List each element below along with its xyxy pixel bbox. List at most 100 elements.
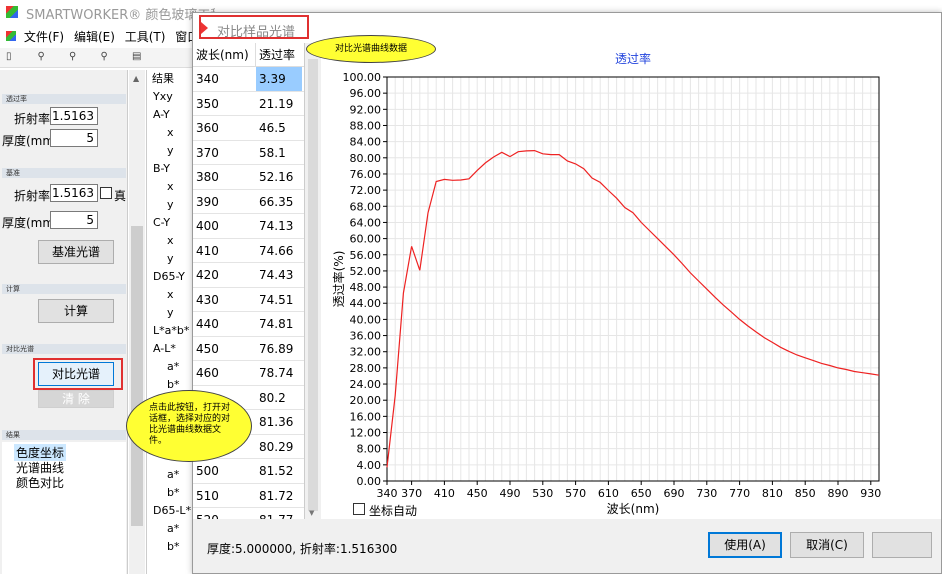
cell-transmittance[interactable]: 81.52 bbox=[259, 459, 293, 483]
ref-refractive-input[interactable]: 1.5163 bbox=[50, 184, 98, 202]
results-row: y bbox=[167, 252, 174, 265]
cell-transmittance[interactable]: 74.43 bbox=[259, 263, 293, 287]
results-row: x bbox=[167, 234, 174, 247]
cell-wavelength[interactable]: 370 bbox=[196, 141, 219, 165]
cell-transmittance[interactable]: 74.66 bbox=[259, 239, 293, 263]
table-row[interactable]: 390 66.35 bbox=[193, 190, 304, 214]
table-row[interactable]: 460 78.74 bbox=[193, 361, 304, 386]
third-button[interactable] bbox=[872, 532, 932, 558]
table-row[interactable]: 450 76.89 bbox=[193, 337, 304, 361]
table-row[interactable]: 380 52.16 bbox=[193, 165, 304, 190]
table-row[interactable]: 410 74.66 bbox=[193, 239, 304, 263]
cell-transmittance[interactable]: 66.35 bbox=[259, 190, 293, 214]
group-transmittance: 透过率 bbox=[2, 94, 126, 104]
result-item-color-compare[interactable]: 颜色对比 bbox=[14, 474, 66, 491]
x-tick-label: 340 bbox=[377, 487, 398, 500]
table-row[interactable]: 340 3.39 bbox=[193, 67, 304, 92]
auto-axis-checkbox[interactable] bbox=[353, 503, 365, 515]
table-row[interactable]: 420 74.43 bbox=[193, 263, 304, 288]
column-header-wavelength[interactable]: 波长(nm) bbox=[193, 43, 256, 67]
new-file-icon[interactable]: ▯ bbox=[6, 51, 22, 65]
clear-button[interactable]: 清 除 bbox=[38, 390, 114, 408]
auto-axis-label: 坐标自动 bbox=[369, 504, 418, 518]
cell-transmittance[interactable]: 74.13 bbox=[259, 214, 293, 238]
cell-transmittance[interactable]: 81.72 bbox=[259, 484, 293, 508]
cell-wavelength[interactable]: 380 bbox=[196, 165, 219, 189]
cell-transmittance[interactable]: 80.29 bbox=[259, 435, 293, 459]
x-tick-label: 890 bbox=[828, 487, 849, 500]
table-row[interactable]: 430 74.51 bbox=[193, 288, 304, 312]
cell-wavelength[interactable]: 460 bbox=[196, 361, 219, 385]
table-row[interactable]: 400 74.13 bbox=[193, 214, 304, 239]
cell-wavelength[interactable]: 390 bbox=[196, 190, 219, 214]
table-row[interactable]: 520 81.77 bbox=[193, 508, 304, 519]
menu-file[interactable]: 文件(F) bbox=[24, 30, 64, 44]
ref-refractive-label: 折射率 bbox=[14, 189, 51, 203]
menu-edit[interactable]: 编辑(E) bbox=[74, 30, 115, 44]
y-tick-label: 48.00 bbox=[350, 281, 382, 294]
cell-wavelength[interactable]: 400 bbox=[196, 214, 219, 238]
cell-transmittance[interactable]: 80.2 bbox=[259, 386, 286, 410]
tool-b-icon[interactable]: ⚲ bbox=[69, 51, 85, 65]
results-row: y bbox=[167, 144, 174, 157]
use-button[interactable]: 使用(A) bbox=[708, 532, 782, 558]
y-tick-label: 56.00 bbox=[350, 249, 382, 262]
menu-window[interactable]: 窗口( bbox=[175, 30, 192, 44]
cell-transmittance[interactable]: 46.5 bbox=[259, 116, 286, 140]
tool-a-icon[interactable]: ⚲ bbox=[38, 51, 54, 65]
x-tick-label: 610 bbox=[598, 487, 619, 500]
cell-wavelength[interactable]: 420 bbox=[196, 263, 219, 287]
cell-wavelength[interactable]: 450 bbox=[196, 337, 219, 361]
cell-wavelength[interactable]: 510 bbox=[196, 484, 219, 508]
tool-d-icon[interactable]: ▤ bbox=[132, 51, 148, 65]
calculate-button[interactable]: 计算 bbox=[38, 299, 114, 323]
cell-transmittance[interactable]: 21.19 bbox=[259, 92, 293, 116]
results-row: A-L* bbox=[153, 342, 176, 355]
y-tick-label: 76.00 bbox=[350, 168, 382, 181]
table-scrollbar[interactable]: ▲ ▼ bbox=[305, 43, 321, 519]
cell-wavelength[interactable]: 350 bbox=[196, 92, 219, 116]
cell-transmittance[interactable]: 52.16 bbox=[259, 165, 293, 189]
cell-wavelength[interactable]: 440 bbox=[196, 312, 219, 336]
results-row: y bbox=[167, 198, 174, 211]
cancel-button[interactable]: 取消(C) bbox=[790, 532, 864, 558]
table-row[interactable]: 500 81.52 bbox=[193, 459, 304, 484]
table-row[interactable]: 510 81.72 bbox=[193, 484, 304, 508]
left-panel-scrollbar[interactable]: ▲ bbox=[129, 70, 145, 574]
reference-spectrum-button[interactable]: 基准光谱 bbox=[38, 240, 114, 264]
x-tick-label: 930 bbox=[860, 487, 881, 500]
menu-tools[interactable]: 工具(T) bbox=[125, 30, 166, 44]
y-tick-label: 12.00 bbox=[350, 427, 382, 440]
y-tick-label: 20.00 bbox=[350, 394, 382, 407]
refractive-input[interactable]: 1.5163 bbox=[50, 107, 98, 125]
cell-transmittance[interactable]: 3.39 bbox=[256, 67, 302, 91]
true-checkbox[interactable] bbox=[100, 187, 112, 199]
thickness-input[interactable]: 5 bbox=[50, 129, 98, 147]
results-row: b* bbox=[167, 540, 180, 553]
results-row: a* bbox=[167, 468, 180, 481]
ref-thickness-input[interactable]: 5 bbox=[50, 211, 98, 229]
cell-wavelength[interactable]: 340 bbox=[196, 67, 219, 91]
tool-c-icon[interactable]: ⚲ bbox=[101, 51, 117, 65]
table-row[interactable]: 440 74.81 bbox=[193, 312, 304, 337]
compare-spectrum-dialog: 对比样品光谱 波长(nm) 透过率(% 3403.3935021.1936046… bbox=[192, 12, 942, 574]
group-reference: 基准 bbox=[2, 168, 126, 178]
cell-transmittance[interactable]: 76.89 bbox=[259, 337, 293, 361]
cell-transmittance[interactable]: 81.36 bbox=[259, 410, 293, 434]
cell-transmittance[interactable]: 78.74 bbox=[259, 361, 293, 385]
y-tick-label: 80.00 bbox=[350, 152, 382, 165]
table-row[interactable]: 350 21.19 bbox=[193, 92, 304, 116]
cell-wavelength[interactable]: 520 bbox=[196, 508, 219, 519]
cell-wavelength[interactable]: 500 bbox=[196, 459, 219, 483]
cell-wavelength[interactable]: 360 bbox=[196, 116, 219, 140]
table-row[interactable]: 370 58.1 bbox=[193, 141, 304, 165]
transmittance-chart: 0.004.008.0012.0016.0020.0024.0028.0032.… bbox=[331, 51, 881, 516]
cell-wavelength[interactable]: 430 bbox=[196, 288, 219, 312]
column-header-transmittance[interactable]: 透过率(% bbox=[256, 43, 304, 86]
cell-transmittance[interactable]: 74.51 bbox=[259, 288, 293, 312]
cell-transmittance[interactable]: 58.1 bbox=[259, 141, 286, 165]
cell-transmittance[interactable]: 74.81 bbox=[259, 312, 293, 336]
table-row[interactable]: 360 46.5 bbox=[193, 116, 304, 141]
cell-wavelength[interactable]: 410 bbox=[196, 239, 219, 263]
cell-transmittance[interactable]: 81.77 bbox=[259, 508, 293, 519]
